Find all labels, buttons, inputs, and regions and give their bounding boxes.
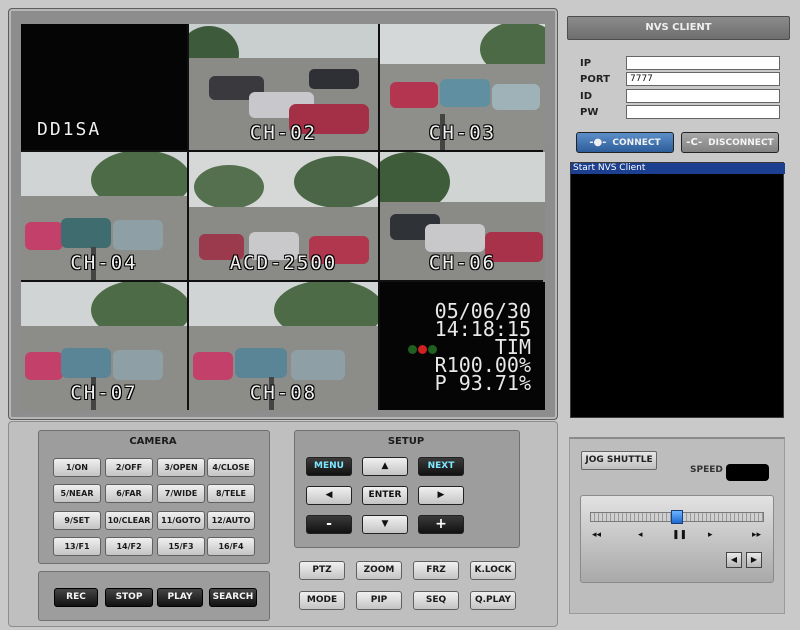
unplug-icon: -C- <box>686 137 703 148</box>
record-indicator-icon <box>418 345 427 354</box>
camera-button[interactable]: 5/NEAR <box>53 484 101 503</box>
camera-button[interactable]: 6/FAR <box>105 484 153 503</box>
camera-button[interactable]: 15/F3 <box>157 537 205 556</box>
channel-6-view[interactable]: CH-06 <box>380 152 545 280</box>
pw-input[interactable] <box>626 105 780 119</box>
channel-label: ACD-2500 <box>229 252 338 274</box>
klock-button[interactable]: K.LOCK <box>470 561 516 580</box>
up-arrow-button[interactable]: ▲ <box>362 457 408 476</box>
camera-button[interactable]: 3/OPEN <box>157 458 205 477</box>
channel-2-view[interactable]: CH-02 <box>189 24 378 150</box>
seq-button[interactable]: SEQ <box>413 591 459 610</box>
search-button[interactable]: SEARCH <box>209 588 257 607</box>
camera-button[interactable]: 11/GOTO <box>157 511 205 530</box>
pause-icon[interactable]: ❚❚ <box>672 530 687 540</box>
camera-button[interactable]: 14/F2 <box>105 537 153 556</box>
pw-label: PW <box>580 107 599 118</box>
channel-label: DD1SA <box>37 119 102 140</box>
osd-p-value: P 93.71% <box>434 371 531 395</box>
channel-label: CH-03 <box>428 122 497 144</box>
video-grid: DD1SA CH-02 CH-03 CH-04 ACD-2500 CH-06 C… <box>21 24 545 410</box>
channel-label: CH-08 <box>249 382 318 404</box>
log-box[interactable]: Start NVS Client <box>570 162 785 418</box>
next-button[interactable]: NEXT <box>418 457 464 476</box>
camera-button[interactable]: 10/CLEAR <box>105 511 153 530</box>
camera-button[interactable]: 12/AUTO <box>207 511 255 530</box>
camera-button[interactable]: 7/WIDE <box>157 484 205 503</box>
disconnect-button[interactable]: -C- DISCONNECT <box>681 132 779 153</box>
disconnect-label: DISCONNECT <box>708 138 774 148</box>
rec-button[interactable]: REC <box>54 588 98 607</box>
channel-label: CH-04 <box>70 252 138 274</box>
forward-icon[interactable]: ▸ <box>708 530 713 540</box>
step-forward-button[interactable]: ▶ <box>746 552 762 568</box>
stop-button[interactable]: STOP <box>105 588 153 607</box>
camera-button[interactable]: 13/F1 <box>53 537 101 556</box>
play-button[interactable]: PLAY <box>157 588 203 607</box>
log-entry: Start NVS Client <box>571 163 785 174</box>
ip-label: IP <box>580 58 592 69</box>
camera-button[interactable]: 2/OFF <box>105 458 153 477</box>
speed-label: SPEED <box>690 465 723 475</box>
id-input[interactable] <box>626 89 780 103</box>
camera-button[interactable]: 8/TELE <box>207 484 255 503</box>
right-arrow-button[interactable]: ▶ <box>418 486 464 505</box>
osd-text: 05/06/30 14:18:15 TIM R100.00% P 93.71% <box>434 301 531 395</box>
step-back-button[interactable]: ◀ <box>726 552 742 568</box>
channel-label: CH-02 <box>249 122 318 144</box>
osd-info-panel: 05/06/30 14:18:15 TIM R100.00% P 93.71% <box>380 282 545 410</box>
minus-button[interactable]: - <box>306 515 352 534</box>
menu-button[interactable]: MENU <box>306 457 352 476</box>
plus-button[interactable]: + <box>418 515 464 534</box>
id-label: ID <box>580 91 593 102</box>
camera-button[interactable]: 9/SET <box>53 511 101 530</box>
channel-7-view[interactable]: CH-07 <box>21 282 187 410</box>
fast-forward-icon[interactable]: ▸▸ <box>752 530 761 540</box>
jog-shuttle-button[interactable]: JOG SHUTTLE <box>581 451 657 470</box>
channel-3-view[interactable]: CH-03 <box>380 24 545 150</box>
plug-icon: -●- <box>589 137 607 148</box>
qplay-button[interactable]: Q.PLAY <box>470 591 516 610</box>
port-input[interactable] <box>626 72 780 86</box>
camera-button[interactable]: 16/F4 <box>207 537 255 556</box>
rewind-icon[interactable]: ◂ <box>638 530 643 540</box>
channel-label: CH-07 <box>70 382 138 404</box>
down-arrow-button[interactable]: ▼ <box>362 515 408 534</box>
channel-4-view[interactable]: CH-04 <box>21 152 187 280</box>
left-arrow-button[interactable]: ◀ <box>306 486 352 505</box>
channel-5-view[interactable]: ACD-2500 <box>189 152 378 280</box>
setup-title: SETUP <box>387 436 425 447</box>
connect-button[interactable]: -●- CONNECT <box>576 132 674 153</box>
channel-label: CH-06 <box>428 252 497 274</box>
fast-rewind-icon[interactable]: ◂◂ <box>592 530 601 540</box>
channel-8-view[interactable]: CH-08 <box>189 282 378 410</box>
port-label: PORT <box>580 74 610 85</box>
channel-1-view[interactable]: DD1SA <box>21 24 187 150</box>
connect-label: CONNECT <box>612 138 661 148</box>
pip-button[interactable]: PIP <box>356 591 402 610</box>
camera-title: CAMERA <box>129 436 177 447</box>
speed-display <box>726 464 769 481</box>
shuttle-slider-thumb[interactable] <box>671 510 683 524</box>
client-title: NVS CLIENT <box>567 16 790 40</box>
zoom-button[interactable]: ZOOM <box>356 561 402 580</box>
enter-button[interactable]: ENTER <box>362 486 408 505</box>
mode-button[interactable]: MODE <box>299 591 345 610</box>
camera-button[interactable]: 4/CLOSE <box>207 458 255 477</box>
ptz-button[interactable]: PTZ <box>299 561 345 580</box>
camera-button[interactable]: 1/ON <box>53 458 101 477</box>
frz-button[interactable]: FRZ <box>413 561 459 580</box>
ip-input[interactable] <box>626 56 780 70</box>
